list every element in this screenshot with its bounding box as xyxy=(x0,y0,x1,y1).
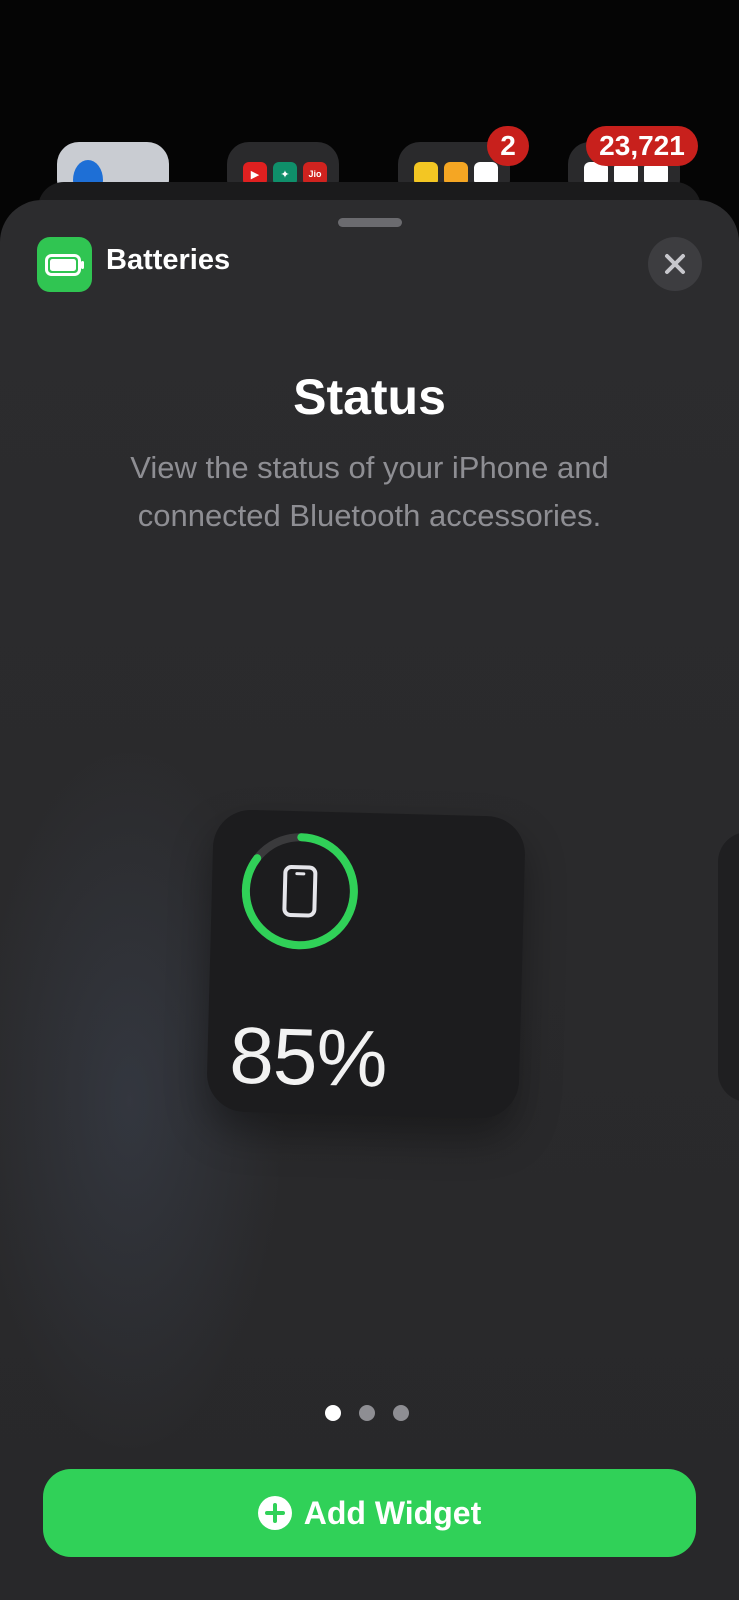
page-dot-3[interactable] xyxy=(393,1405,409,1421)
battery-icon xyxy=(37,237,92,292)
app-name: Batteries xyxy=(106,244,231,276)
page-indicator[interactable] xyxy=(325,1405,409,1421)
battery-ring xyxy=(241,833,358,950)
close-button[interactable] xyxy=(648,237,702,291)
close-icon xyxy=(665,254,685,274)
add-widget-button[interactable]: Add Widget xyxy=(43,1469,696,1557)
page-dot-1[interactable] xyxy=(325,1405,341,1421)
notification-badge: 23,721 xyxy=(586,126,698,166)
add-widget-label: Add Widget xyxy=(303,1494,482,1531)
page-dot-2[interactable] xyxy=(359,1405,375,1421)
widget-description: View the status of your iPhone and conne… xyxy=(130,450,609,533)
battery-widget-preview[interactable]: 85% xyxy=(206,808,526,1120)
battery-percent: 85% xyxy=(228,1010,388,1104)
sheet-grabber[interactable] xyxy=(338,218,402,227)
plus-circle-icon xyxy=(257,1496,292,1530)
widget-sheet: Batteries Status View the status of your… xyxy=(0,200,739,1600)
next-widget-preview[interactable] xyxy=(718,832,739,1102)
widget-title: Status xyxy=(293,369,446,425)
notification-badge: 2 xyxy=(487,126,529,166)
iphone-icon xyxy=(282,865,318,918)
screen: ▶ ✦ Jio 2 23,721 Batteries Status View t… xyxy=(0,0,739,1600)
